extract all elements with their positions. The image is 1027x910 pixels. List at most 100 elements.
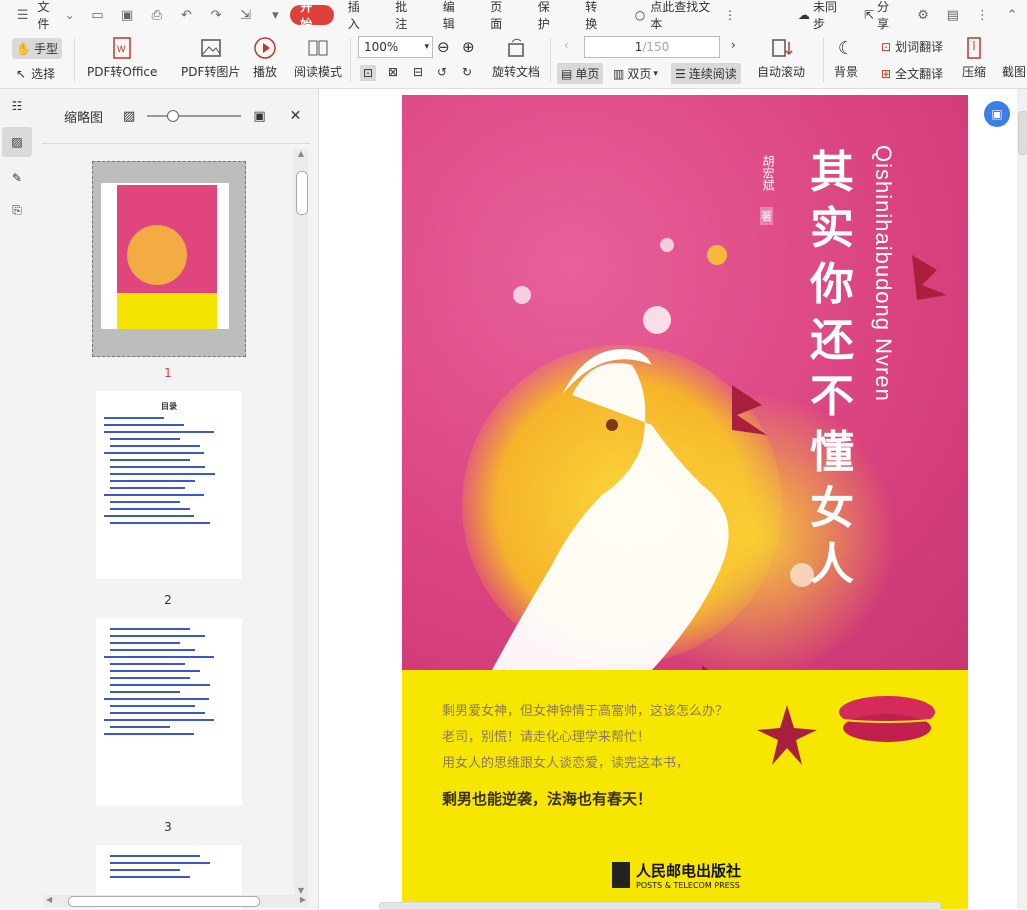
tab-insert[interactable]: 插入	[340, 0, 380, 31]
double-page-button[interactable]: ▥ 双页 ▾	[613, 65, 658, 82]
thumbnail-scrollbar[interactable]: ▲ ▼	[294, 149, 308, 895]
document-v-scroll-thumb[interactable]	[1018, 111, 1027, 155]
chevron-down-icon: ▾	[424, 42, 429, 52]
full-translate-button[interactable]: ⊞ 全文翻译	[881, 65, 943, 82]
undo-icon[interactable]: ↶	[179, 8, 195, 23]
publisher-name: 人民邮电出版社	[636, 862, 742, 880]
double-page-icon: ▥	[613, 66, 625, 81]
more-dropdown-icon[interactable]: ▾	[268, 8, 284, 23]
svg-text:W: W	[117, 44, 126, 54]
fit-page-icon[interactable]: ⊠	[388, 65, 398, 79]
scroll-left-icon[interactable]: ◀	[46, 895, 52, 904]
more-vertical-icon[interactable]: ⋮	[975, 8, 991, 23]
page-total: /150	[642, 40, 670, 54]
fit-width-icon[interactable]: ⊟	[413, 65, 423, 79]
tab-edit[interactable]: 编辑	[435, 0, 475, 31]
publisher-icon	[612, 862, 630, 888]
scroll-right-icon[interactable]: ▶	[300, 895, 306, 904]
thumbnail-panel-icon[interactable]: ▨	[2, 127, 32, 157]
sync-label: 未同步	[813, 0, 838, 31]
select-tool-button[interactable]: ↖ 选择	[16, 65, 55, 82]
rotate-document-button[interactable]: 旋转文档	[492, 36, 540, 80]
thumbnail-h-scrollbar[interactable]: ◀ ▶	[44, 895, 308, 907]
zoom-in-icon[interactable]: ⊕	[462, 38, 475, 56]
file-menu[interactable]: ☰ 文件 ⌄	[0, 0, 83, 31]
print-icon[interactable]: ⎙	[149, 8, 165, 23]
page-thumb-2[interactable]: 目录	[96, 391, 242, 579]
play-label: 播放	[253, 65, 278, 79]
page-number-field[interactable]: 1 /150	[584, 36, 720, 58]
document-viewer[interactable]: 其实你还不懂女人 Qishinihaibudong Nvren 胡宏斌 著 剩男…	[319, 89, 1027, 910]
hand-tool-button[interactable]: ✋ 手型	[12, 38, 62, 59]
zoom-out-icon[interactable]: ⊖	[437, 38, 450, 56]
sync-status[interactable]: ☁ 未同步	[790, 0, 856, 31]
pdf-to-image-button[interactable]: PDF转图片	[181, 36, 240, 80]
thumbnail-h-scroll-thumb[interactable]	[68, 896, 260, 907]
open-folder-icon[interactable]: ▭	[90, 8, 106, 23]
save-icon[interactable]: ▣	[119, 8, 135, 23]
small-image-icon[interactable]: ▨	[123, 109, 135, 124]
tab-page[interactable]: 页面	[482, 0, 522, 31]
hand-tool-label: 手型	[33, 42, 58, 56]
blurb-line-2: 老司，别慌！请走化心理学来帮忙！	[442, 730, 651, 745]
assistant-icon: ▣	[991, 107, 1003, 121]
scroll-up-icon[interactable]: ▲	[294, 149, 308, 158]
redo-icon[interactable]: ↷	[208, 8, 224, 23]
chevron-down-icon: ▾	[653, 68, 658, 79]
read-mode-button[interactable]: 阅读模式	[294, 36, 342, 80]
file-menu-label: 文件	[37, 0, 50, 31]
rotate-left-icon[interactable]: ↺	[437, 65, 447, 79]
chevron-down-icon: ⌄	[64, 8, 75, 22]
export-icon[interactable]: ⇲	[238, 8, 254, 23]
image-icon	[199, 36, 223, 60]
auto-scroll-button[interactable]: 自动滚动	[757, 36, 805, 80]
crop-button[interactable]: 截图	[1001, 36, 1027, 80]
tab-annotate[interactable]: 批注	[387, 0, 427, 31]
sidebar-icon-strip: ☷ ▨ ✎ ⎘	[0, 89, 35, 909]
menu-bar: ☰ 文件 ⌄ ▭ ▣ ⎙ ↶ ↷ ⇲ ▾ 开始 插入 批注 编辑 页面 保护 转…	[0, 0, 1027, 31]
close-icon[interactable]: ✕	[290, 108, 302, 124]
slogan: 剩男也能逆袭，法海也有春天！	[442, 790, 653, 808]
slider-handle[interactable]	[167, 110, 180, 122]
tab-protect[interactable]: 保护	[530, 0, 570, 31]
scroll-down-icon[interactable]: ▼	[294, 886, 308, 895]
floating-assistant-button[interactable]: ▣	[984, 101, 1010, 127]
bookmark-list-icon[interactable]: ☷	[6, 95, 28, 117]
double-page-label: 双页	[627, 67, 652, 81]
prev-page-icon[interactable]: ‹	[564, 38, 569, 52]
word-translate-button[interactable]: ⊡ 划词翻译	[881, 38, 943, 55]
share-button[interactable]: ⇱ 分享	[856, 0, 908, 31]
compress-icon	[962, 36, 986, 60]
single-page-button[interactable]: ▤ 单页	[557, 63, 604, 84]
select-tool-label: 选择	[31, 67, 56, 81]
annotation-icon[interactable]: ✎	[6, 167, 28, 189]
document-v-scrollbar[interactable]	[1017, 89, 1027, 909]
leaf-illustration	[757, 705, 817, 765]
play-button[interactable]: 播放	[253, 36, 277, 80]
actual-size-icon[interactable]: ⊡	[360, 65, 377, 81]
toolbar: ✋ 手型 ↖ 选择 W PDF转Office PDF转图片 播放 阅读模式 10…	[0, 30, 1027, 89]
search-box[interactable]: ○ 点此查找文本 ⋮	[627, 0, 744, 31]
page-thumb-1-frame[interactable]	[92, 161, 246, 357]
rotate-right-icon[interactable]: ↻	[462, 65, 472, 79]
thumbnail-scroll-thumb[interactable]	[296, 171, 308, 215]
compress-label: 压缩	[962, 65, 987, 79]
next-page-icon[interactable]: ›	[731, 38, 736, 52]
thumbnail-size-slider[interactable]	[147, 110, 242, 122]
tab-start[interactable]: 开始	[290, 0, 334, 31]
zoom-select[interactable]: 100% ▾	[358, 36, 433, 58]
tab-convert[interactable]: 转换	[577, 0, 617, 31]
pdf-to-office-button[interactable]: W PDF转Office	[87, 36, 157, 80]
page-thumb-3[interactable]	[96, 618, 242, 806]
collapse-icon[interactable]: ⌃	[1004, 8, 1020, 23]
continuous-read-button[interactable]: ☰ 连续阅读	[671, 63, 741, 84]
message-icon[interactable]: ▤	[945, 8, 961, 23]
document-h-scrollbar[interactable]	[379, 902, 941, 910]
large-image-icon[interactable]: ▣	[253, 109, 265, 124]
background-button[interactable]: ☾ 背景	[834, 36, 858, 80]
zoom-value: 100%	[364, 40, 399, 54]
attachment-icon[interactable]: ⎘	[6, 199, 28, 221]
compress-button[interactable]: 压缩	[962, 36, 986, 80]
page-thumb-1	[101, 183, 229, 329]
settings-icon[interactable]: ⚙	[915, 8, 931, 23]
